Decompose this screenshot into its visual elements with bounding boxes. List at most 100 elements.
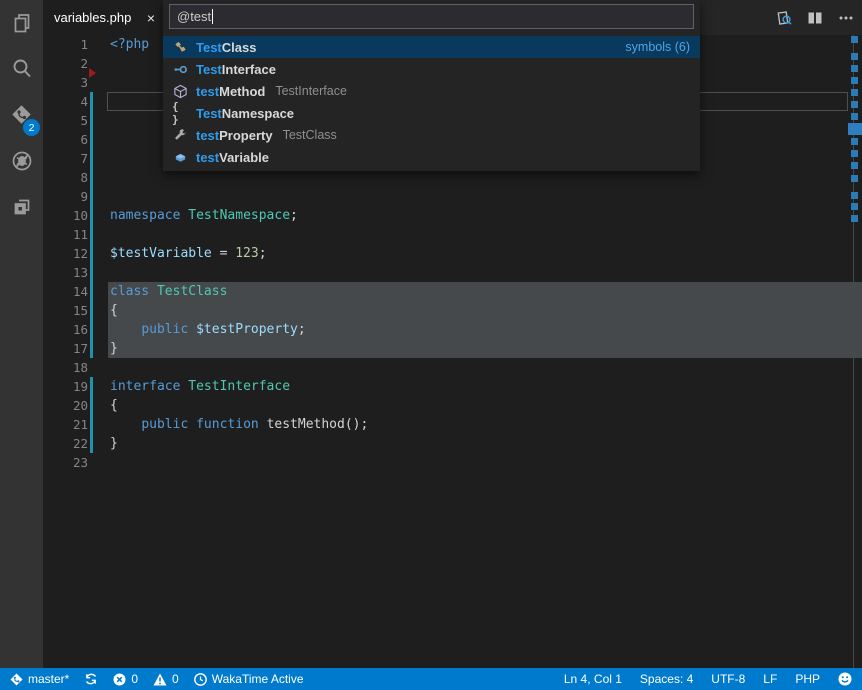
status-item-lf[interactable]: LF bbox=[763, 672, 777, 686]
quick-open-item[interactable]: TestInterface bbox=[163, 58, 700, 80]
line-number: 21 bbox=[43, 415, 88, 434]
git-branch-icon bbox=[10, 673, 23, 686]
code-text: class TestClass bbox=[110, 282, 227, 301]
status-item-spaces-4[interactable]: Spaces: 4 bbox=[640, 672, 693, 686]
overview-modified-mark bbox=[851, 150, 858, 157]
code-text: } bbox=[110, 339, 118, 358]
code-line-row[interactable]: 20{ bbox=[43, 396, 862, 415]
clock-icon bbox=[194, 673, 207, 686]
line-number: 7 bbox=[43, 149, 88, 168]
symbol-description: TestClass bbox=[283, 128, 337, 142]
code-line-row[interactable]: 15{ bbox=[43, 301, 862, 320]
git-modified-indicator bbox=[90, 149, 93, 168]
git-modified-indicator bbox=[90, 206, 93, 225]
overview-modified-mark bbox=[851, 203, 858, 210]
status-item-php[interactable]: PHP bbox=[795, 672, 820, 686]
code-line-row[interactable]: 9 bbox=[43, 187, 862, 206]
sidebar-item-explorer[interactable] bbox=[0, 0, 43, 46]
quick-open-widget: @test TestClasssymbols (6) TestInterface t… bbox=[163, 0, 700, 171]
line-number: 16 bbox=[43, 320, 88, 339]
line-number: 22 bbox=[43, 434, 88, 453]
split-editor-icon[interactable] bbox=[806, 9, 824, 27]
code-line-row[interactable]: 16 public $testProperty; bbox=[43, 320, 862, 339]
sidebar-item-debug[interactable] bbox=[0, 138, 43, 184]
git-modified-indicator bbox=[90, 282, 93, 301]
code-line-row[interactable]: 17} bbox=[43, 339, 862, 358]
status-item-0[interactable]: 0 bbox=[113, 672, 138, 686]
symbol-name: TestClass bbox=[196, 40, 256, 55]
search-icon bbox=[9, 56, 35, 82]
quick-open-item[interactable]: TestClasssymbols (6) bbox=[163, 36, 700, 58]
line-number: 11 bbox=[43, 225, 88, 244]
git-modified-indicator bbox=[90, 92, 93, 111]
status-bar-left: master* 0 0 WakaTime Active bbox=[10, 672, 304, 686]
line-number: 18 bbox=[43, 358, 88, 377]
files-icon bbox=[9, 10, 35, 36]
code-text: <?php bbox=[110, 35, 149, 54]
line-number: 5 bbox=[43, 111, 88, 130]
line-number: 19 bbox=[43, 377, 88, 396]
code-line-row[interactable]: 18 bbox=[43, 358, 862, 377]
status-item-master[interactable]: master* bbox=[10, 672, 69, 686]
git-modified-indicator bbox=[90, 396, 93, 415]
git-modified-indicator bbox=[90, 434, 93, 453]
line-number: 23 bbox=[43, 453, 88, 472]
code-line-row[interactable]: 14class TestClass bbox=[43, 282, 862, 301]
symbol-name: TestNamespace bbox=[196, 106, 294, 121]
status-item-utf-8[interactable]: UTF-8 bbox=[711, 672, 745, 686]
property-icon bbox=[172, 127, 188, 143]
status-item-0[interactable]: 0 bbox=[153, 672, 179, 686]
more-actions-icon[interactable] bbox=[837, 9, 855, 27]
line-number: 2 bbox=[43, 54, 88, 73]
quick-open-item[interactable]: testMethodTestInterface bbox=[163, 80, 700, 102]
sidebar-item-search[interactable] bbox=[0, 46, 43, 92]
git-modified-indicator bbox=[90, 415, 93, 434]
overview-modified-mark bbox=[851, 215, 858, 222]
code-line-row[interactable]: 12$testVariable = 123; bbox=[43, 244, 862, 263]
quick-open-item[interactable]: testPropertyTestClass bbox=[163, 124, 700, 146]
line-number: 8 bbox=[43, 168, 88, 187]
code-line-row[interactable]: 19interface TestInterface bbox=[43, 377, 862, 396]
close-icon[interactable]: × bbox=[147, 11, 155, 25]
sidebar-item-source-control[interactable]: 2 bbox=[0, 92, 43, 138]
symbol-name: testVariable bbox=[196, 150, 269, 165]
code-line-row[interactable]: 22} bbox=[43, 434, 862, 453]
tab-label: variables.php bbox=[54, 10, 131, 25]
overview-modified-mark bbox=[851, 89, 858, 96]
symbol-name: TestInterface bbox=[196, 62, 276, 77]
line-number: 3 bbox=[43, 73, 88, 92]
quick-open-input[interactable]: @test bbox=[169, 4, 694, 29]
quick-open-item[interactable]: testVariable bbox=[163, 146, 700, 168]
status-item-wakatime-active[interactable]: WakaTime Active bbox=[194, 672, 304, 686]
git-modified-indicator bbox=[90, 320, 93, 339]
status-item-ln-4-col-1[interactable]: Ln 4, Col 1 bbox=[564, 672, 622, 686]
code-line-row[interactable]: 10namespace TestNamespace; bbox=[43, 206, 862, 225]
line-number: 15 bbox=[43, 301, 88, 320]
search-preview-icon[interactable] bbox=[775, 9, 793, 27]
code-line-row[interactable]: 11 bbox=[43, 225, 862, 244]
tab-variables-php[interactable]: variables.php × bbox=[43, 0, 163, 35]
error-icon bbox=[113, 673, 126, 686]
code-line-row[interactable]: 23 bbox=[43, 453, 862, 472]
code-text: public $testProperty; bbox=[110, 320, 306, 339]
code-text: } bbox=[110, 434, 118, 453]
status-item-smiley-icon[interactable] bbox=[838, 672, 852, 686]
git-deleted-indicator bbox=[89, 68, 96, 78]
warning-icon bbox=[153, 673, 167, 686]
debug-icon bbox=[9, 148, 35, 174]
sidebar-item-extensions[interactable] bbox=[0, 184, 43, 230]
code-text: public function testMethod(); bbox=[110, 415, 368, 434]
git-modified-indicator bbox=[90, 339, 93, 358]
status-item-sync-icon[interactable] bbox=[84, 672, 98, 686]
overview-modified-mark bbox=[851, 192, 858, 199]
method-icon bbox=[172, 83, 188, 99]
interface-icon bbox=[172, 61, 188, 77]
line-number: 13 bbox=[43, 263, 88, 282]
status-bar-right: Ln 4, Col 1 Spaces: 4 UTF-8 LF PHP bbox=[564, 672, 852, 686]
git-modified-indicator bbox=[90, 244, 93, 263]
line-number: 12 bbox=[43, 244, 88, 263]
overview-modified-mark bbox=[851, 53, 858, 60]
quick-open-item[interactable]: { }TestNamespace bbox=[163, 102, 700, 124]
code-line-row[interactable]: 13 bbox=[43, 263, 862, 282]
code-line-row[interactable]: 21 public function testMethod(); bbox=[43, 415, 862, 434]
